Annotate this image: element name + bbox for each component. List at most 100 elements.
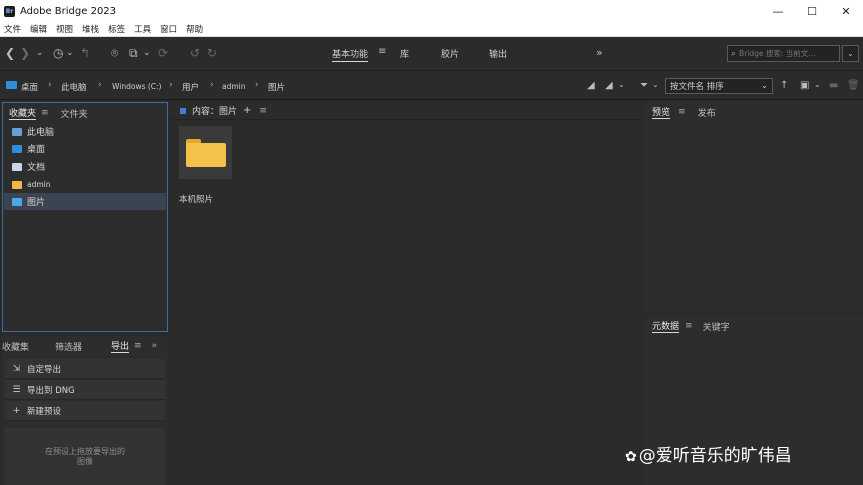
breadcrumb-separator-icon[interactable]: › [169,80,173,90]
breadcrumb-separator-icon[interactable]: › [48,80,52,90]
recent-history-icon[interactable]: ◷ [53,46,63,60]
tab-favorites[interactable]: 收藏夹 [9,106,37,120]
window-title: Adobe Bridge 2023 [20,5,117,17]
panel-menu-icon[interactable]: ≡ [685,321,693,331]
minimize-button[interactable]: — [761,0,795,22]
favorite-item-documents[interactable]: 文档 [4,158,166,175]
open-recent-icon[interactable]: ▣ [800,80,809,91]
panel-menu-icon[interactable]: ≡ [134,341,142,351]
tab-folders[interactable]: 文件夹 [61,107,88,120]
search-input[interactable] [739,49,832,58]
panel-menu-icon[interactable]: ≡ [259,106,267,116]
breadcrumb-desktop[interactable]: 桌面 [21,81,38,93]
tab-filter[interactable]: 筛选器 [55,340,82,353]
return-icon[interactable]: ↰ [80,46,90,60]
export-custom[interactable]: ⇲ 自定导出 [5,359,165,379]
content-title: 内容：图片 [192,107,238,117]
menu-window[interactable]: 窗口 [160,23,177,35]
breadcrumb-separator-icon[interactable]: › [255,80,259,90]
rating-dropdown-icon[interactable]: ⌄ [618,80,625,89]
watermark: ✿ @爱听音乐的旷伟昌 [625,441,792,466]
breadcrumb-separator-icon[interactable]: › [210,80,214,90]
camera-import-icon[interactable]: ⌾ [111,46,118,60]
watermark-text: @爱听音乐的旷伟昌 [638,446,792,466]
export-icon: ⇲ [12,363,21,374]
list-icon: ☰ [12,384,21,395]
favorite-item-desktop[interactable]: 桌面 [4,140,166,157]
rotate-right-icon[interactable]: ↻ [207,46,217,60]
thumbnail-quality-icon[interactable]: ◢ [587,80,595,91]
sort-dropdown[interactable]: 按文件名 排序 ⌄ [665,78,773,94]
sort-ascending-icon[interactable]: ↑ [780,80,788,91]
delete-icon[interactable]: 🗑 [847,80,860,91]
new-folder-icon[interactable]: ▬ [829,80,838,91]
refine-icon[interactable]: ⧉ [129,46,138,60]
breadcrumb-this-pc[interactable]: 此电脑 [61,81,87,93]
breadcrumb-separator-icon[interactable]: › [98,80,102,90]
computer-icon [12,127,22,136]
breadcrumb-users[interactable]: 用户 [182,81,199,93]
tab-metadata[interactable]: 元数据 [652,319,680,333]
favorite-item-this-pc[interactable]: 此电脑 [4,123,166,140]
tab-export[interactable]: 导出 [111,339,130,353]
menu-file[interactable]: 文件 [4,23,21,35]
weibo-icon: ✿ [625,449,637,465]
title-bar: Br Adobe Bridge 2023 — ☐ ✕ [0,0,863,22]
drop-hint-line: 在预设上拖放要导出的 [45,446,125,456]
workspace-menu-icon[interactable]: ≡ [378,46,386,57]
documents-icon [12,162,22,171]
tab-publish[interactable]: 发布 [698,106,716,119]
panel-menu-icon[interactable]: ≡ [678,107,686,117]
breadcrumb-pictures[interactable]: 图片 [268,81,285,93]
menu-edit[interactable]: 编辑 [30,23,47,35]
thumbnail-label[interactable]: 本机照片 [179,193,213,205]
menu-help[interactable]: 帮助 [186,23,203,35]
open-in-camera-raw-icon[interactable]: ⟳ [158,46,168,60]
maximize-button[interactable]: ☐ [795,0,829,22]
recent-dropdown-icon[interactable]: ⌄ [814,80,821,89]
tab-preview[interactable]: 预览 [652,105,671,119]
panel-more-icon[interactable]: » [152,341,158,351]
history-dropdown-icon[interactable]: ⌄ [66,46,74,60]
filter-dropdown-icon[interactable]: ⌄ [652,80,659,89]
export-panel: 收藏集 筛选器 导出 ≡ » ⇲ 自定导出 ☰ 导出到 DNG + 新建预设 在… [2,336,168,485]
export-to-dng[interactable]: ☰ 导出到 DNG [5,380,165,400]
search-icon: ⌕ [731,48,737,59]
workspace-essentials[interactable]: 基本功能 [332,47,369,62]
add-icon[interactable]: + [243,105,251,116]
search-box[interactable]: ⌕ [727,45,840,62]
workspace-output[interactable]: 输出 [489,47,507,60]
more-workspaces-icon[interactable]: » [596,46,603,60]
filter-icon[interactable]: ⏷ [640,80,648,91]
toolbar: ❮ ❯ ⌄ ◷ ⌄ ↰ ⌾ ⧉ ⌄ ⟳ ↺ ↻ 基本功能 ≡ 库 胶片 输出 »… [0,37,863,71]
search-dropdown-icon[interactable]: ⌄ [842,45,859,62]
refine-dropdown-icon[interactable]: ⌄ [143,46,151,60]
back-icon[interactable]: ❮ [5,46,15,60]
close-button[interactable]: ✕ [829,0,863,22]
breadcrumb-drive-c[interactable]: Windows (C:) [112,82,161,91]
content-panel: 内容：图片 + ≡ 本机照片 [172,102,641,485]
forward-icon[interactable]: ❯ [20,46,30,60]
menu-bar: 文件 编辑 视图 堆栈 标签 工具 窗口 帮助 [0,22,863,37]
rotate-left-icon[interactable]: ↺ [190,46,200,60]
tab-collections[interactable]: 收藏集 [2,340,29,353]
menu-tools[interactable]: 工具 [134,23,151,35]
menu-stack[interactable]: 堆栈 [82,23,99,35]
menu-label[interactable]: 标签 [108,23,125,35]
pictures-icon [12,197,22,206]
favorite-item-admin[interactable]: admin [4,176,166,193]
desktop-icon [12,144,22,153]
export-drop-zone[interactable]: 在预设上拖放要导出的 图像 [5,428,165,485]
new-preset[interactable]: + 新建预设 [5,401,165,421]
rating-filter-icon[interactable]: ◢ [605,80,613,91]
workspace-library[interactable]: 库 [400,47,409,60]
folder-thumbnail[interactable] [179,126,232,179]
panel-menu-icon[interactable]: ≡ [41,108,49,118]
breadcrumb-admin[interactable]: admin [222,82,246,91]
tab-keywords[interactable]: 关键字 [703,320,730,333]
workspace-filmstrip[interactable]: 胶片 [441,47,459,60]
chevron-down-icon[interactable]: ⌄ [36,46,44,60]
menu-view[interactable]: 视图 [56,23,73,35]
favorite-item-pictures[interactable]: 图片 [4,193,166,210]
plus-icon: + [12,405,21,416]
